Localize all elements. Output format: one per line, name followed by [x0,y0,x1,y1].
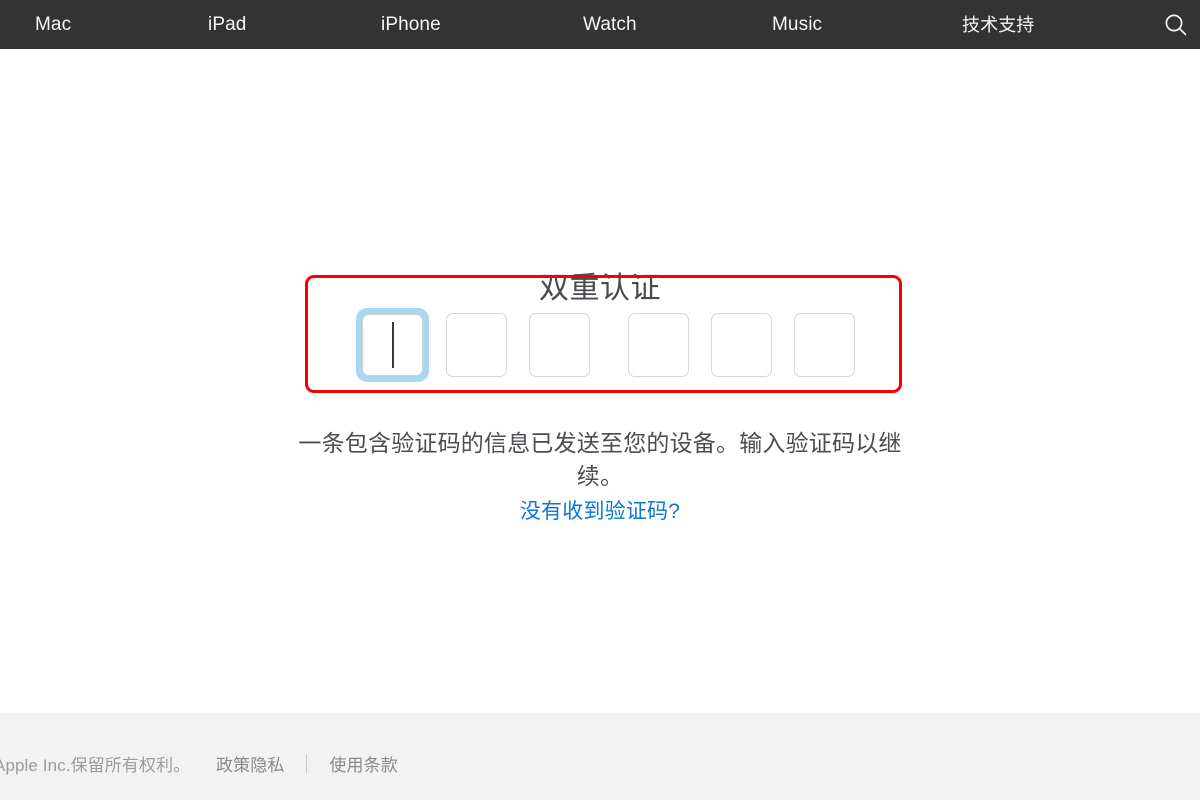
page-title: 双重认证 [539,272,661,306]
global-navigation-bar: Mac iPad iPhone Watch Music 技术支持 [0,0,1200,49]
code-input-4[interactable] [628,313,689,377]
nav-item-ipad-label: iPad [208,14,247,35]
verification-code-inputs[interactable] [0,308,1200,382]
resend-link-container: 没有收到验证码? [0,495,1200,525]
nav-item-support-label: 技术支持 [962,14,1035,35]
search-icon [1163,12,1189,38]
code-input-5[interactable] [711,313,772,377]
page-root: Mac iPad iPhone Watch Music 技术支持 双重认证 一条… [0,0,1200,800]
footer-links: 政策隐私 使用条款 [216,751,398,776]
code-input-1[interactable] [356,308,429,382]
code-input-3[interactable] [529,313,590,377]
search-button[interactable] [1163,0,1189,49]
nav-item-music[interactable]: Music [772,0,822,49]
nav-item-watch-label: Watch [583,14,637,35]
nav-item-mac-label: Mac [35,14,72,35]
nav-item-mac[interactable]: Mac [35,0,71,49]
resend-code-link[interactable]: 没有收到验证码? [520,500,680,523]
nav-item-music-label: Music [772,14,823,35]
nav-item-iphone[interactable]: iPhone [381,0,441,49]
nav-item-iphone-label: iPhone [381,14,441,35]
footer-link-privacy[interactable]: 政策隐私 [216,751,284,776]
code-input-1-field[interactable] [362,314,423,376]
page-footer: Apple Inc.保留所有权利。 政策隐私 使用条款 [0,713,1200,800]
main-content: 双重认证 一条包含验证码的信息已发送至您的设备。输入验证码以继续。 没有收到验证… [0,49,1200,713]
code-input-2[interactable] [446,313,507,377]
footer-link-terms[interactable]: 使用条款 [329,751,397,776]
copyright-text: Apple Inc.保留所有权利。 [0,756,191,775]
code-input-6[interactable] [794,313,855,377]
verification-description: 一条包含验证码的信息已发送至您的设备。输入验证码以继续。 [298,430,902,489]
nav-item-watch[interactable]: Watch [583,0,637,49]
text-caret [391,322,394,368]
nav-item-support[interactable]: 技术支持 [962,0,1034,49]
footer-divider [306,754,308,773]
nav-item-ipad[interactable]: iPad [208,0,246,49]
